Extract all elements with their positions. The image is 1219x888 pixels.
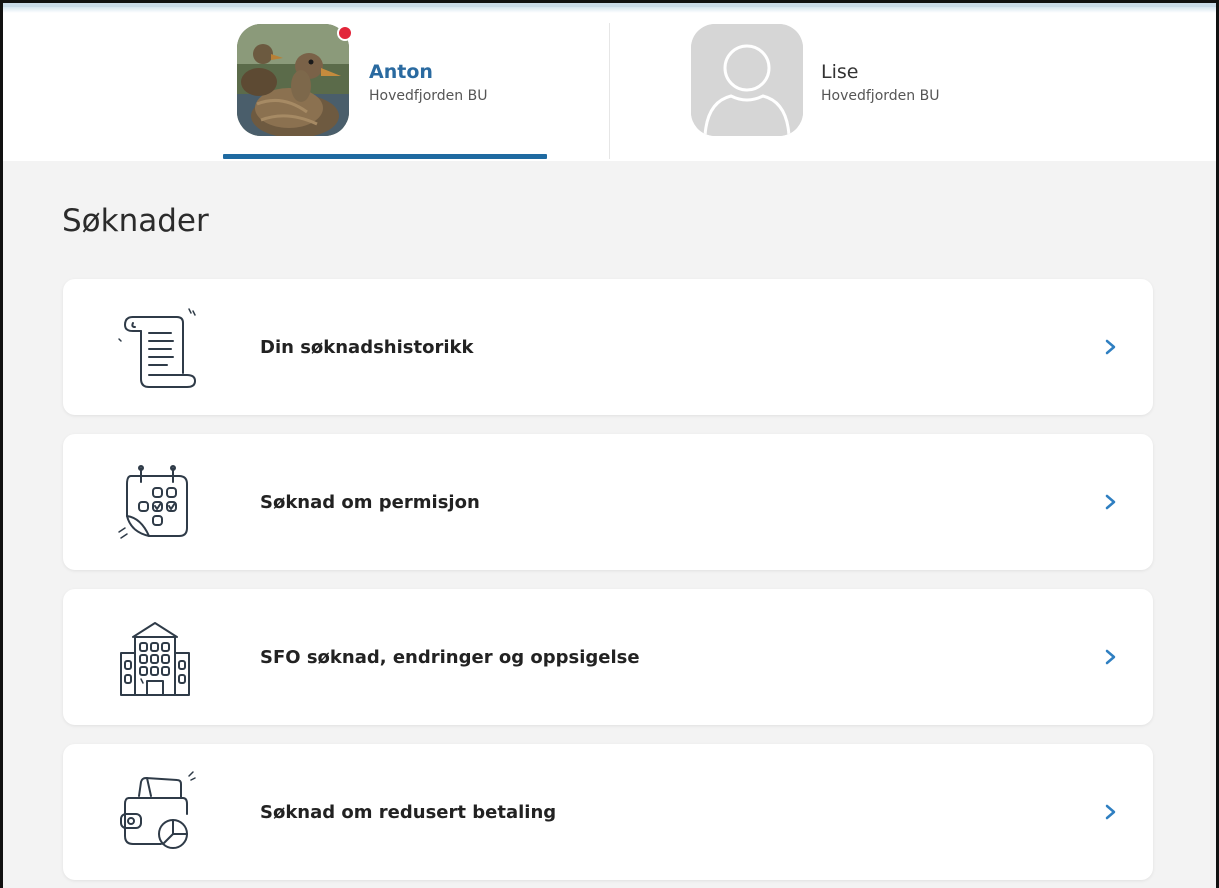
- chevron-right-icon: [1101, 801, 1121, 823]
- tab-divider: [609, 23, 610, 159]
- child-school: Hovedfjorden BU: [821, 88, 940, 104]
- menu-item-label: Din søknadshistorikk: [260, 337, 474, 358]
- menu-item-soknadshistorikk[interactable]: Din søknadshistorikk: [63, 279, 1153, 415]
- app-frame: Anton Hovedfjorden BU Lise Hovedfjorden …: [0, 0, 1219, 888]
- menu-item-label: SFO søknad, endringer og oppsigelse: [260, 647, 640, 668]
- menu-item-label: Søknad om permisjon: [260, 492, 480, 513]
- chevron-right-icon: [1101, 646, 1121, 668]
- child-selector-header: Anton Hovedfjorden BU Lise Hovedfjorden …: [3, 3, 1216, 161]
- page-title: Søknader: [62, 203, 209, 239]
- child-school: Hovedfjorden BU: [369, 88, 488, 104]
- child-tab-lise[interactable]: Lise Hovedfjorden BU: [689, 7, 1019, 161]
- menu-item-sfo[interactable]: SFO søknad, endringer og oppsigelse: [63, 589, 1153, 725]
- child-name: Lise: [821, 61, 859, 83]
- notification-dot: [337, 25, 353, 41]
- wallet-chart-icon: [111, 768, 199, 856]
- scroll-icon: [111, 303, 199, 391]
- menu-item-redusert-betaling[interactable]: Søknad om redusert betaling: [63, 744, 1153, 880]
- avatar-anton: [237, 24, 349, 136]
- school-building-icon: [111, 613, 199, 701]
- calendar-check-icon: [111, 458, 199, 546]
- duck-photo-avatar: [237, 24, 349, 136]
- chevron-right-icon: [1101, 336, 1121, 358]
- person-placeholder-icon: [691, 24, 803, 136]
- menu-item-permisjon[interactable]: Søknad om permisjon: [63, 434, 1153, 570]
- active-tab-indicator: [223, 154, 547, 159]
- avatar-lise: [691, 24, 803, 136]
- chevron-right-icon: [1101, 491, 1121, 513]
- child-name: Anton: [369, 61, 433, 83]
- child-tab-anton[interactable]: Anton Hovedfjorden BU: [219, 7, 547, 161]
- menu-item-label: Søknad om redusert betaling: [260, 802, 557, 823]
